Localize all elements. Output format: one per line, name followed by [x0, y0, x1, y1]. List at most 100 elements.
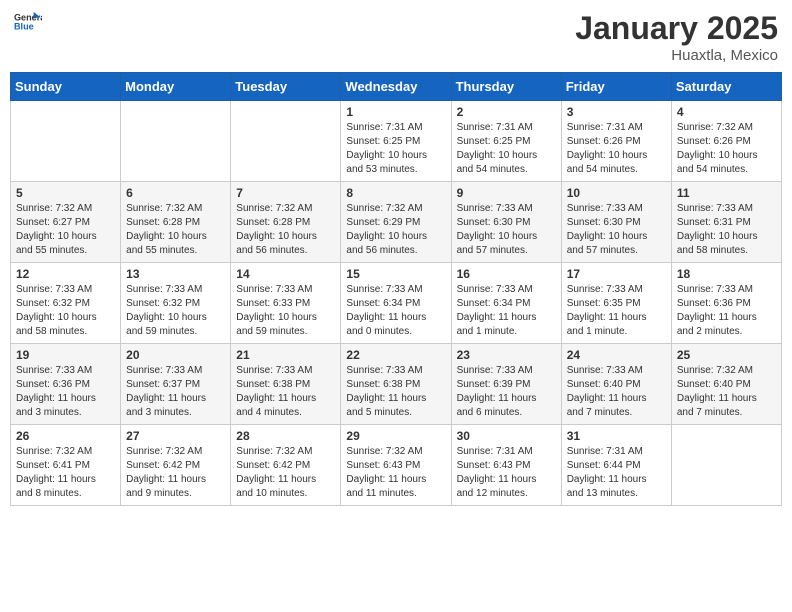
day-number: 11	[677, 186, 776, 200]
day-number: 17	[567, 267, 666, 281]
day-info: Sunrise: 7:31 AM Sunset: 6:26 PM Dayligh…	[567, 121, 666, 177]
day-number: 3	[567, 105, 666, 119]
day-info: Sunrise: 7:32 AM Sunset: 6:40 PM Dayligh…	[677, 364, 776, 420]
calendar-cell: 7 Sunrise: 7:32 AM Sunset: 6:28 PM Daylig…	[231, 182, 341, 263]
day-info: Sunrise: 7:32 AM Sunset: 6:28 PM Dayligh…	[236, 202, 335, 258]
day-info: Sunrise: 7:31 AM Sunset: 6:25 PM Dayligh…	[457, 121, 556, 177]
day-number: 8	[346, 186, 445, 200]
day-number: 7	[236, 186, 335, 200]
week-row-3: 12 Sunrise: 7:33 AM Sunset: 6:32 PM Dayli…	[11, 263, 782, 344]
day-info: Sunrise: 7:33 AM Sunset: 6:40 PM Dayligh…	[567, 364, 666, 420]
day-number: 6	[126, 186, 225, 200]
day-info: Sunrise: 7:32 AM Sunset: 6:43 PM Dayligh…	[346, 445, 445, 501]
day-number: 15	[346, 267, 445, 281]
day-number: 31	[567, 429, 666, 443]
day-info: Sunrise: 7:31 AM Sunset: 6:25 PM Dayligh…	[346, 121, 445, 177]
calendar-cell: 12 Sunrise: 7:33 AM Sunset: 6:32 PM Dayli…	[11, 263, 121, 344]
day-info: Sunrise: 7:33 AM Sunset: 6:38 PM Dayligh…	[236, 364, 335, 420]
day-info: Sunrise: 7:32 AM Sunset: 6:29 PM Dayligh…	[346, 202, 445, 258]
day-number: 26	[16, 429, 115, 443]
calendar-cell: 30 Sunrise: 7:31 AM Sunset: 6:43 PM Dayli…	[451, 425, 561, 506]
day-info: Sunrise: 7:32 AM Sunset: 6:41 PM Dayligh…	[16, 445, 115, 501]
day-number: 18	[677, 267, 776, 281]
calendar-cell	[231, 101, 341, 182]
day-number: 29	[346, 429, 445, 443]
day-number: 30	[457, 429, 556, 443]
calendar-cell: 5Sunrise: 7:32 AM Sunset: 6:27 PM Daylig…	[11, 182, 121, 263]
day-number: 4	[677, 105, 776, 119]
day-number: 24	[567, 348, 666, 362]
calendar-table: SundayMondayTuesdayWednesdayThursdayFrid…	[10, 72, 782, 506]
calendar-cell: 23 Sunrise: 7:33 AM Sunset: 6:39 PM Dayli…	[451, 344, 561, 425]
calendar-cell: 22Sunrise: 7:33 AM Sunset: 6:38 PM Dayli…	[341, 344, 451, 425]
day-number: 16	[457, 267, 556, 281]
day-number: 1	[346, 105, 445, 119]
calendar-cell: 19 Sunrise: 7:33 AM Sunset: 6:36 PM Dayli…	[11, 344, 121, 425]
day-info: Sunrise: 7:31 AM Sunset: 6:43 PM Dayligh…	[457, 445, 556, 501]
calendar-cell: 14Sunrise: 7:33 AM Sunset: 6:33 PM Dayli…	[231, 263, 341, 344]
weekday-header-row: SundayMondayTuesdayWednesdayThursdayFrid…	[11, 73, 782, 101]
day-info: Sunrise: 7:32 AM Sunset: 6:42 PM Dayligh…	[236, 445, 335, 501]
calendar-cell: 16 Sunrise: 7:33 AM Sunset: 6:34 PM Dayli…	[451, 263, 561, 344]
calendar-cell: 13 Sunrise: 7:33 AM Sunset: 6:32 PM Dayli…	[121, 263, 231, 344]
calendar-cell: 2 Sunrise: 7:31 AM Sunset: 6:25 PM Daylig…	[451, 101, 561, 182]
day-number: 10	[567, 186, 666, 200]
day-info: Sunrise: 7:33 AM Sunset: 6:32 PM Dayligh…	[126, 283, 225, 339]
weekday-header-sunday: Sunday	[11, 73, 121, 101]
day-number: 2	[457, 105, 556, 119]
week-row-2: 5Sunrise: 7:32 AM Sunset: 6:27 PM Daylig…	[11, 182, 782, 263]
calendar-cell: 18 Sunrise: 7:33 AM Sunset: 6:36 PM Dayli…	[671, 263, 781, 344]
calendar-cell: 11Sunrise: 7:33 AM Sunset: 6:31 PM Dayli…	[671, 182, 781, 263]
day-info: Sunrise: 7:31 AM Sunset: 6:44 PM Dayligh…	[567, 445, 666, 501]
calendar-cell: 20 Sunrise: 7:33 AM Sunset: 6:37 PM Dayli…	[121, 344, 231, 425]
day-number: 27	[126, 429, 225, 443]
calendar-cell: 8 Sunrise: 7:32 AM Sunset: 6:29 PM Daylig…	[341, 182, 451, 263]
title-block: January 2025 Huaxtla, Mexico	[575, 10, 778, 64]
day-info: Sunrise: 7:32 AM Sunset: 6:28 PM Dayligh…	[126, 202, 225, 258]
calendar-cell: 17Sunrise: 7:33 AM Sunset: 6:35 PM Dayli…	[561, 263, 671, 344]
calendar-cell: 4 Sunrise: 7:32 AM Sunset: 6:26 PM Daylig…	[671, 101, 781, 182]
calendar-cell: 9Sunrise: 7:33 AM Sunset: 6:30 PM Daylig…	[451, 182, 561, 263]
calendar-cell: 15Sunrise: 7:33 AM Sunset: 6:34 PM Dayli…	[341, 263, 451, 344]
svg-text:Blue: Blue	[14, 21, 34, 31]
weekday-header-wednesday: Wednesday	[341, 73, 451, 101]
day-info: Sunrise: 7:32 AM Sunset: 6:42 PM Dayligh…	[126, 445, 225, 501]
day-number: 20	[126, 348, 225, 362]
logo: General Blue	[14, 10, 42, 32]
day-info: Sunrise: 7:33 AM Sunset: 6:37 PM Dayligh…	[126, 364, 225, 420]
day-info: Sunrise: 7:32 AM Sunset: 6:26 PM Dayligh…	[677, 121, 776, 177]
calendar-cell	[671, 425, 781, 506]
day-info: Sunrise: 7:33 AM Sunset: 6:39 PM Dayligh…	[457, 364, 556, 420]
page-header: General Blue January 2025 Huaxtla, Mexic…	[10, 10, 782, 64]
calendar-cell: 21 Sunrise: 7:33 AM Sunset: 6:38 PM Dayli…	[231, 344, 341, 425]
weekday-header-thursday: Thursday	[451, 73, 561, 101]
day-number: 22	[346, 348, 445, 362]
calendar-cell: 24 Sunrise: 7:33 AM Sunset: 6:40 PM Dayli…	[561, 344, 671, 425]
day-info: Sunrise: 7:33 AM Sunset: 6:32 PM Dayligh…	[16, 283, 115, 339]
logo-icon: General Blue	[14, 10, 42, 32]
calendar-cell: 29 Sunrise: 7:32 AM Sunset: 6:43 PM Dayli…	[341, 425, 451, 506]
weekday-header-friday: Friday	[561, 73, 671, 101]
week-row-4: 19 Sunrise: 7:33 AM Sunset: 6:36 PM Dayli…	[11, 344, 782, 425]
day-number: 21	[236, 348, 335, 362]
weekday-header-tuesday: Tuesday	[231, 73, 341, 101]
day-number: 25	[677, 348, 776, 362]
day-number: 13	[126, 267, 225, 281]
location-title: Huaxtla, Mexico	[575, 47, 778, 64]
day-number: 12	[16, 267, 115, 281]
day-info: Sunrise: 7:33 AM Sunset: 6:34 PM Dayligh…	[457, 283, 556, 339]
day-info: Sunrise: 7:33 AM Sunset: 6:36 PM Dayligh…	[677, 283, 776, 339]
day-info: Sunrise: 7:33 AM Sunset: 6:30 PM Dayligh…	[567, 202, 666, 258]
day-number: 14	[236, 267, 335, 281]
calendar-cell	[11, 101, 121, 182]
day-number: 19	[16, 348, 115, 362]
day-info: Sunrise: 7:33 AM Sunset: 6:30 PM Dayligh…	[457, 202, 556, 258]
day-number: 28	[236, 429, 335, 443]
month-title: January 2025	[575, 10, 778, 47]
calendar-cell: 25 Sunrise: 7:32 AM Sunset: 6:40 PM Dayli…	[671, 344, 781, 425]
day-number: 23	[457, 348, 556, 362]
day-info: Sunrise: 7:33 AM Sunset: 6:36 PM Dayligh…	[16, 364, 115, 420]
calendar-cell: 6 Sunrise: 7:32 AM Sunset: 6:28 PM Daylig…	[121, 182, 231, 263]
week-row-5: 26 Sunrise: 7:32 AM Sunset: 6:41 PM Dayli…	[11, 425, 782, 506]
calendar-cell: 3 Sunrise: 7:31 AM Sunset: 6:26 PM Daylig…	[561, 101, 671, 182]
